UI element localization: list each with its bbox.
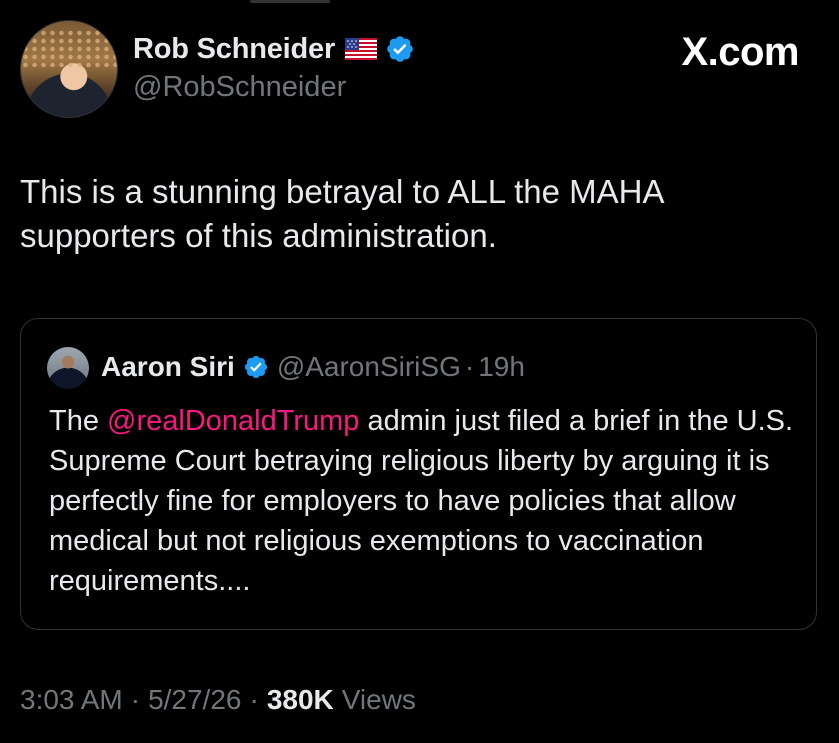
x-com-logo: X.com	[681, 30, 799, 74]
tweet-text: This is a stunning betrayal to ALL the M…	[20, 173, 663, 254]
tweet-date[interactable]: 5/27/26	[148, 684, 241, 716]
tweet-meta: 3:03 AM · 5/27/26 · 380K Views	[20, 684, 416, 716]
views-label[interactable]: Views	[342, 684, 416, 716]
top-edge-fragment	[250, 0, 330, 3]
separator-dot: ·	[130, 684, 141, 715]
author-name[interactable]: Rob Schneider	[133, 33, 335, 66]
verified-badge-icon[interactable]	[243, 354, 269, 380]
quoted-author-name[interactable]: Aaron Siri	[101, 351, 235, 383]
mention-link[interactable]: @realDonaldTrump	[107, 405, 359, 437]
author-name-row[interactable]: Rob Schneider	[133, 30, 415, 68]
verified-badge-icon[interactable]	[385, 34, 415, 64]
author-avatar[interactable]	[20, 20, 118, 118]
quoted-tweet-card[interactable]: Aaron Siri @AaronSiriSG · 19h The @realD…	[20, 318, 817, 630]
tweet-time[interactable]: 3:03 AM	[20, 684, 123, 716]
avatar-background-crowd	[21, 29, 117, 67]
quoted-tweet-header: Aaron Siri @AaronSiriSG · 19h	[101, 349, 525, 385]
author-handle[interactable]: @RobSchneider	[133, 71, 346, 104]
separator-dot: ·	[249, 684, 259, 715]
quoted-text-before: The	[49, 405, 108, 437]
views-count[interactable]: 380K	[267, 684, 334, 716]
quoted-tweet-text: The @realDonaldTrump admin just filed a …	[49, 401, 809, 601]
separator-dot: ·	[464, 351, 475, 382]
quoted-author-handle[interactable]: @AaronSiriSG	[277, 351, 461, 383]
quoted-author-avatar[interactable]	[47, 347, 89, 389]
quoted-tweet-time[interactable]: 19h	[478, 351, 525, 383]
us-flag-icon	[345, 38, 378, 60]
